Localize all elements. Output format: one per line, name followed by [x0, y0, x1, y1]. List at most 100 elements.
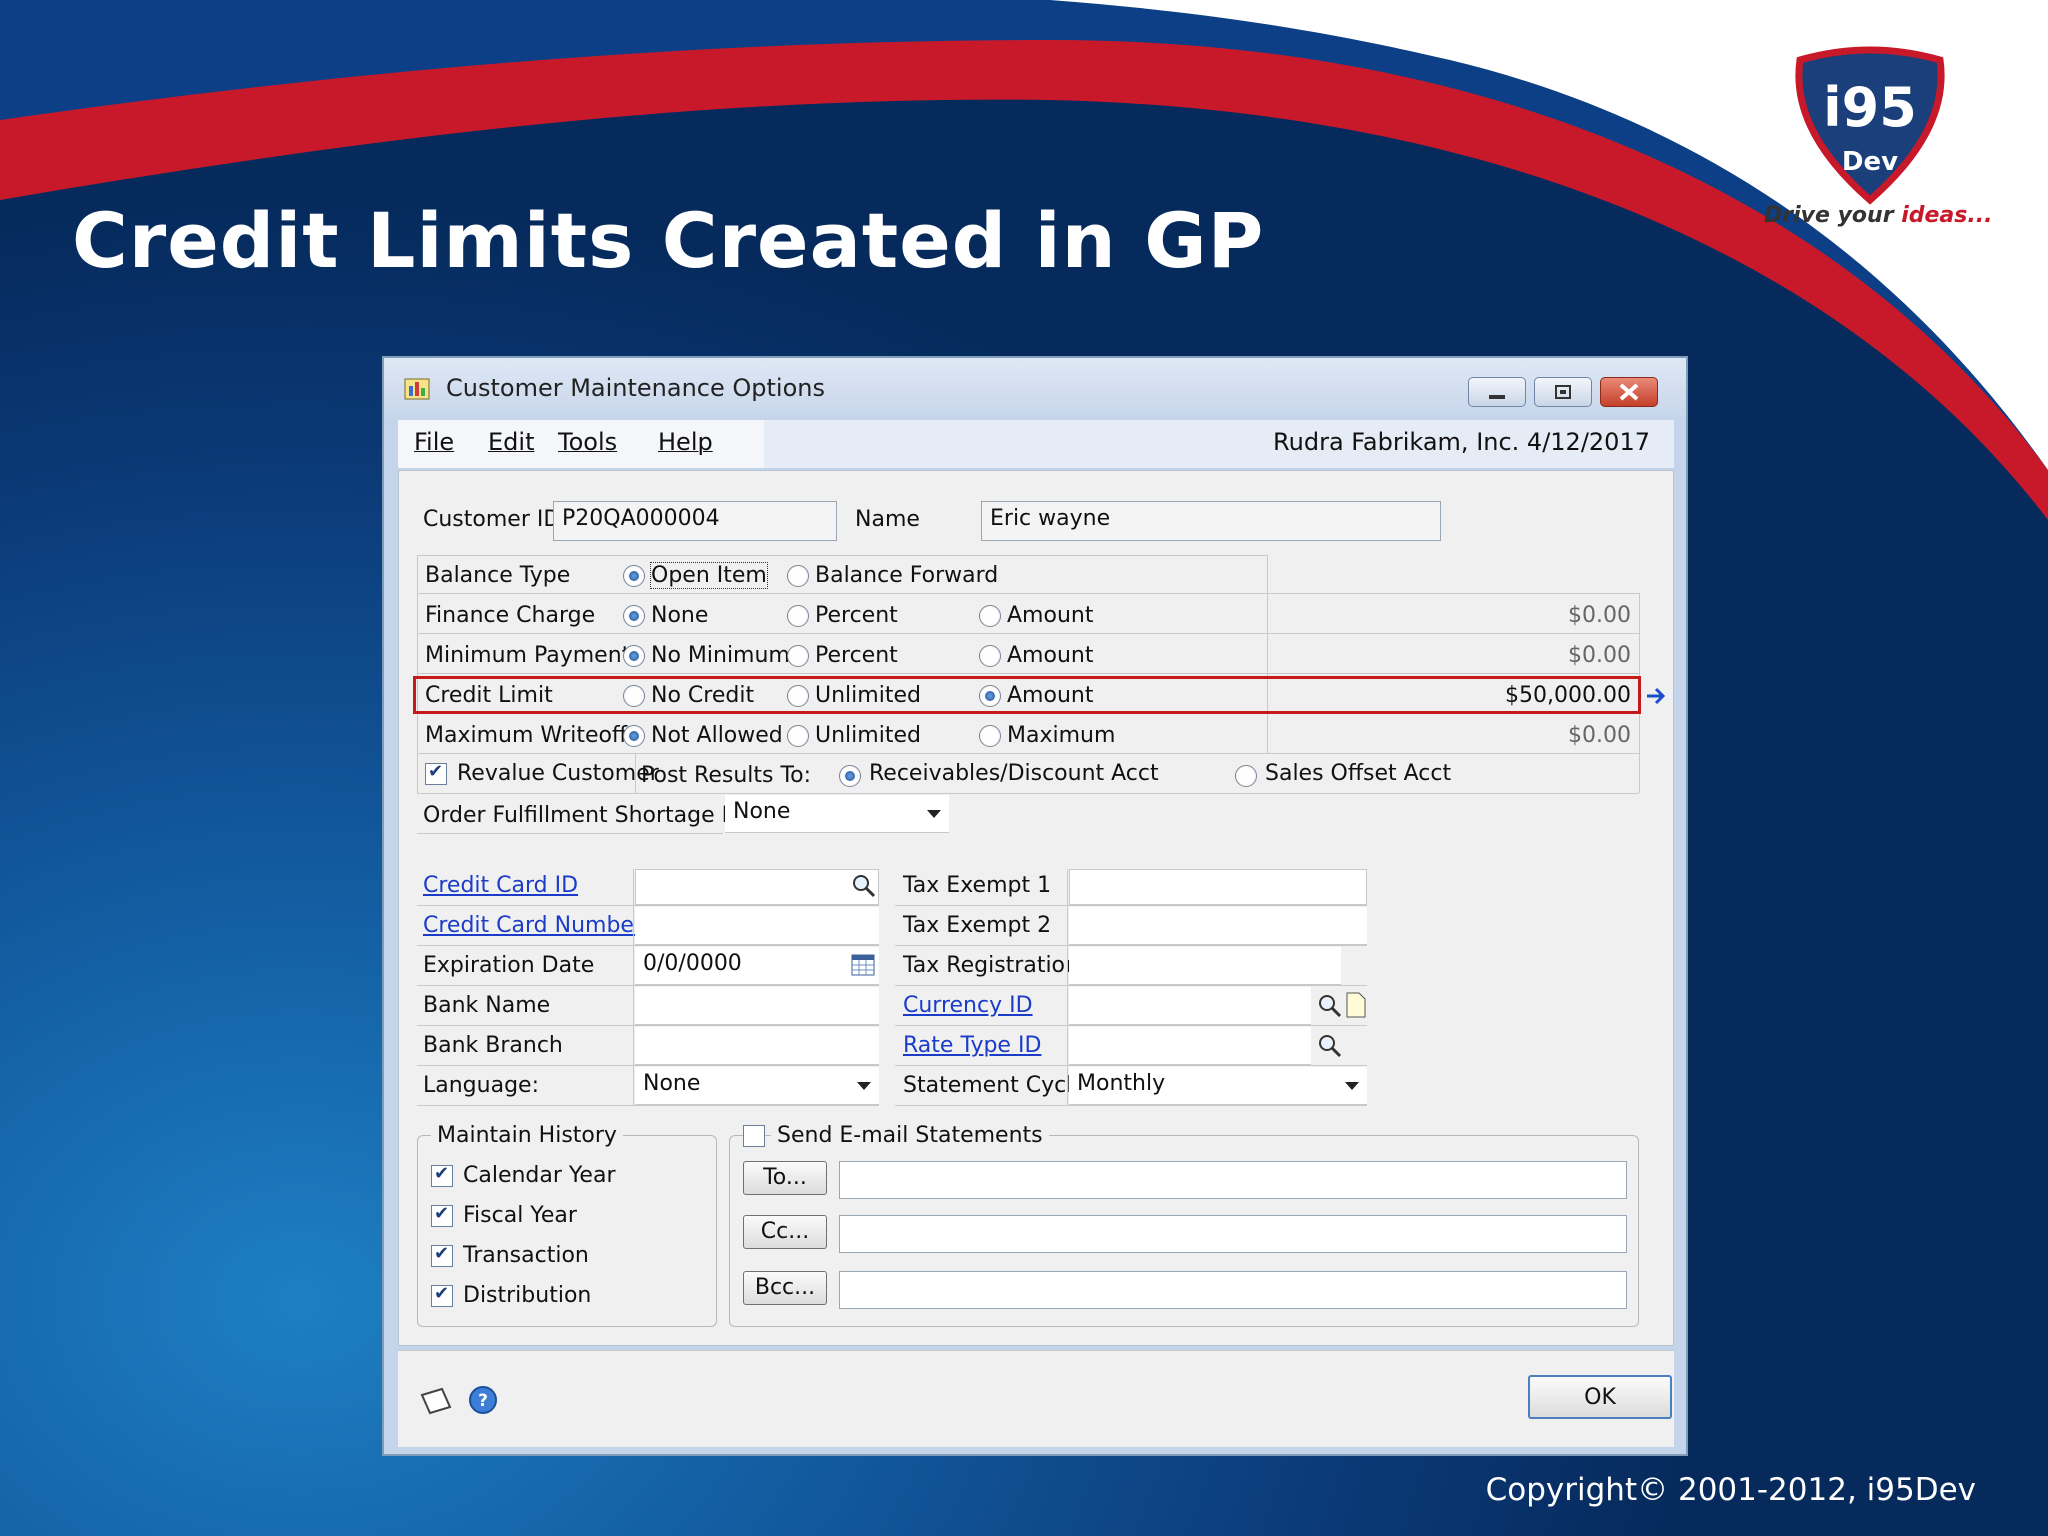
open-item-label: Open Item: [650, 562, 768, 589]
finance-charge-percent-radio[interactable]: [787, 605, 809, 627]
close-button[interactable]: [1600, 377, 1658, 407]
lookup-icon[interactable]: [1317, 1033, 1343, 1059]
minimum-payment-amount[interactable]: $0.00: [1269, 643, 1631, 668]
transaction-checkbox[interactable]: [431, 1243, 453, 1267]
rate-type-id-link[interactable]: Rate Type ID: [903, 1033, 1041, 1058]
company-date-status: Rudra Fabrikam, Inc. 4/12/2017: [1273, 428, 1650, 456]
post-sales-offset-radio[interactable]: [1235, 765, 1257, 787]
bank-name-field[interactable]: [635, 987, 879, 1025]
maximum-writeoff-amount[interactable]: $0.00: [1269, 723, 1631, 748]
divider: [417, 673, 1639, 674]
email-to-field[interactable]: [839, 1161, 1627, 1199]
minimum-payment-amount-radio[interactable]: [979, 645, 1001, 667]
cc-button[interactable]: Cc...: [743, 1215, 827, 1249]
lookup-icon[interactable]: [851, 873, 877, 899]
finance-charge-amount[interactable]: $0.00: [1269, 603, 1631, 628]
divider: [417, 1065, 879, 1066]
currency-id-link[interactable]: Currency ID: [903, 993, 1033, 1018]
balance-forward-label: Balance Forward: [815, 563, 999, 588]
email-cc-field[interactable]: [839, 1215, 1627, 1253]
language-value: None: [643, 1071, 701, 1096]
customer-maintenance-options-window: Customer Maintenance Options File Edit T…: [382, 356, 1688, 1456]
customer-id-field[interactable]: P20QA000004: [553, 501, 837, 541]
bcc-button[interactable]: Bcc...: [743, 1271, 827, 1305]
revalue-customer-checkbox[interactable]: [425, 761, 447, 785]
finance-charge-amount-radio[interactable]: [979, 605, 1001, 627]
tax-registration-field[interactable]: [1069, 947, 1341, 985]
rate-type-id-field[interactable]: [1069, 1027, 1311, 1065]
statement-cycle-dropdown[interactable]: Monthly: [1069, 1067, 1367, 1105]
svg-text:Drive your ideas...: Drive your ideas...: [1764, 203, 1992, 228]
credit-card-id-field[interactable]: [635, 869, 879, 905]
tax-exempt-2-field[interactable]: [1069, 907, 1367, 945]
svg-text:i95: i95: [1823, 76, 1917, 139]
no-minimum-label: No Minimum: [651, 643, 790, 668]
divider: [417, 753, 1639, 754]
credit-card-number-field[interactable]: [635, 907, 879, 945]
writeoff-maximum-radio[interactable]: [979, 725, 1001, 747]
divider: [895, 1025, 1367, 1026]
credit-limit-highlight: [413, 676, 1641, 714]
expiration-date-label: Expiration Date: [423, 953, 595, 978]
window-footer: ? OK: [398, 1350, 1674, 1447]
i95dev-logo: i95 Dev Drive your ideas...: [1760, 40, 2020, 240]
order-fulfillment-dropdown[interactable]: None: [725, 795, 949, 833]
note-icon[interactable]: [418, 1385, 454, 1415]
writeoff-not-allowed-radio[interactable]: [623, 725, 645, 747]
expiration-date-field[interactable]: 0/0/0000: [635, 947, 879, 985]
tax-exempt-2-label: Tax Exempt 2: [903, 913, 1052, 938]
chevron-down-icon: [927, 810, 941, 818]
calendar-icon[interactable]: [851, 953, 875, 977]
fiscal-year-checkbox[interactable]: [431, 1203, 453, 1227]
balance-type-forward-radio[interactable]: [787, 565, 809, 587]
language-label: Language:: [423, 1073, 539, 1098]
chevron-down-icon: [857, 1082, 871, 1090]
bank-branch-label: Bank Branch: [423, 1033, 563, 1058]
currency-id-field[interactable]: [1069, 987, 1311, 1025]
not-allowed-label: Not Allowed: [651, 723, 783, 748]
ok-button[interactable]: OK: [1528, 1375, 1672, 1419]
name-field[interactable]: Eric wayne: [981, 501, 1441, 541]
calendar-year-checkbox[interactable]: [431, 1163, 453, 1187]
bank-branch-field[interactable]: [635, 1027, 879, 1065]
help-icon[interactable]: ?: [468, 1385, 498, 1415]
divider: [417, 633, 1639, 634]
email-bcc-field[interactable]: [839, 1271, 1627, 1309]
credit-card-id-link[interactable]: Credit Card ID: [423, 873, 578, 898]
order-fulfillment-value: None: [733, 799, 791, 824]
credit-card-number-link[interactable]: Credit Card Number: [423, 913, 643, 938]
send-email-statements-checkbox[interactable]: [743, 1125, 765, 1147]
maintain-history-label: Maintain History: [431, 1123, 623, 1148]
min-amount-label: Amount: [1007, 643, 1094, 668]
menu-edit[interactable]: Edit: [488, 428, 534, 456]
divider: [1267, 555, 1268, 753]
arrow-right-icon[interactable]: [1645, 685, 1667, 707]
divider: [417, 555, 1267, 556]
post-receivables-radio[interactable]: [839, 765, 861, 787]
language-dropdown[interactable]: None: [635, 1067, 879, 1105]
balance-type-open-item-radio[interactable]: [623, 565, 645, 587]
tax-registration-label: Tax Registration: [903, 953, 1079, 978]
note-icon[interactable]: [1345, 991, 1367, 1019]
lookup-icon[interactable]: [1317, 993, 1343, 1019]
minimum-payment-none-radio[interactable]: [623, 645, 645, 667]
balance-type-label: Balance Type: [425, 563, 571, 588]
minimum-payment-percent-radio[interactable]: [787, 645, 809, 667]
app-icon: [404, 378, 430, 400]
maximize-button[interactable]: [1534, 377, 1592, 407]
divider: [895, 945, 1367, 946]
to-button[interactable]: To...: [743, 1161, 827, 1195]
svg-text:Dev: Dev: [1842, 147, 1898, 177]
divider: [417, 793, 1639, 794]
finance-charge-none-radio[interactable]: [623, 605, 645, 627]
copyright-text: Copyright© 2001-2012, i95Dev: [1485, 1472, 1976, 1508]
menu-file[interactable]: File: [414, 428, 454, 456]
writeoff-unlimited-radio[interactable]: [787, 725, 809, 747]
distribution-checkbox[interactable]: [431, 1283, 453, 1307]
tax-exempt-1-field[interactable]: [1069, 869, 1367, 905]
form-body: Customer ID P20QA000004 Name Eric wayne …: [398, 470, 1674, 1346]
statement-cycle-value: Monthly: [1077, 1071, 1166, 1096]
minimize-button[interactable]: [1468, 377, 1526, 407]
menu-tools[interactable]: Tools: [558, 428, 617, 456]
menu-help[interactable]: Help: [658, 428, 713, 456]
